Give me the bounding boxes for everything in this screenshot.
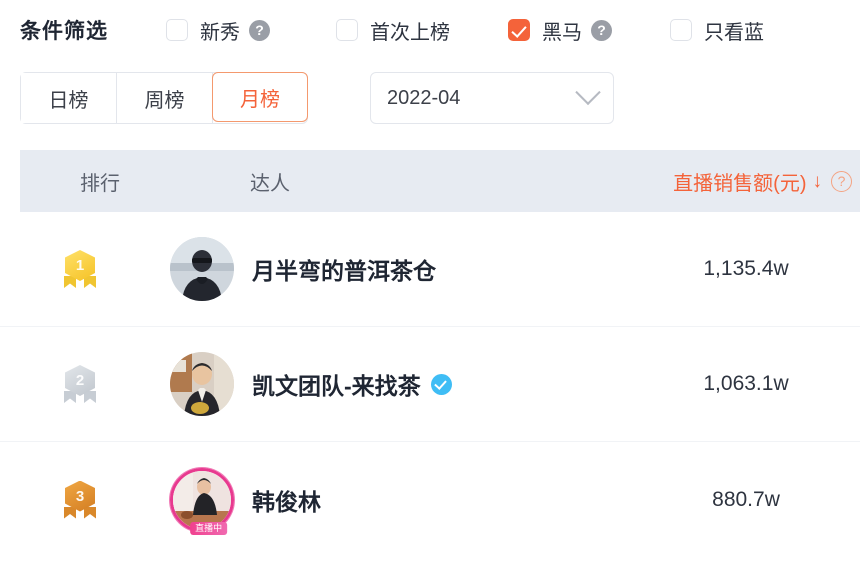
filter-option-heima[interactable]: 黑马 ? (508, 16, 612, 45)
table-row[interactable]: 3 直播中 韩俊林 880.7w (0, 442, 860, 557)
filter-option-label: 首次上榜 (370, 21, 450, 44)
column-header-rank: 排行 (80, 172, 120, 195)
table-header-row: 排行 达人 直播销售额(元) ↓ ? (20, 150, 860, 212)
checkbox-shouci[interactable] (336, 19, 358, 41)
host-cell: 直播中 韩俊林 (160, 467, 650, 535)
sales-value: 880.7w (712, 487, 780, 511)
sort-descending-icon[interactable]: ↓ (813, 172, 823, 191)
rank-number: 2 (75, 372, 85, 389)
date-select[interactable]: 2022-04 (370, 72, 614, 124)
sales-value: 1,135.4w (703, 257, 789, 280)
avatar-image (173, 470, 231, 529)
tab-daily[interactable]: 日榜 (21, 73, 117, 123)
column-header-host: 达人 (250, 172, 290, 195)
date-select-value: 2022-04 (387, 86, 461, 109)
question-mark-icon[interactable]: ? (591, 19, 612, 41)
filter-option-label: 只看蓝 (704, 21, 764, 44)
tab-weekly[interactable]: 周榜 (117, 73, 213, 123)
host-cell: 凯文团队-来找茶 (160, 352, 650, 416)
rank-cell: 2 (0, 365, 160, 403)
avatar[interactable] (170, 237, 234, 301)
medal-gold-icon: 1 (62, 250, 98, 288)
ranking-period-tabs: 日榜 周榜 月榜 (20, 72, 308, 124)
filter-option-shouci[interactable]: 首次上榜 (336, 16, 450, 45)
live-badge: 直播中 (190, 521, 228, 535)
checkbox-xinxiu[interactable] (166, 19, 188, 41)
rank-cell: 3 (0, 480, 160, 519)
filter-option-label: 新秀 (200, 21, 240, 44)
host-name[interactable]: 凯文团队-来找茶 (252, 367, 421, 401)
verified-badge-icon (430, 373, 452, 395)
avatar-wrapper[interactable] (170, 352, 234, 416)
avatar-image (170, 237, 234, 301)
table-row[interactable]: 2 凯文团队-来找茶 1,063.1w (0, 327, 860, 442)
question-mark-icon[interactable]: ? (249, 19, 270, 41)
avatar[interactable] (170, 352, 234, 416)
filter-bar: 条件筛选 新秀 ? 首次上榜 黑马 ? 只看蓝 (0, 0, 860, 60)
tab-monthly[interactable]: 月榜 (212, 72, 308, 122)
avatar-wrapper[interactable]: 直播中 (170, 467, 234, 535)
rank-number: 3 (75, 487, 85, 505)
avatar-image (170, 352, 234, 416)
filter-option-lanv[interactable]: 只看蓝 (670, 16, 764, 45)
checkbox-heima[interactable] (508, 19, 530, 41)
question-mark-icon[interactable]: ? (831, 170, 852, 192)
host-name[interactable]: 月半弯的普洱茶仓 (252, 252, 436, 286)
filter-options: 新秀 ? 首次上榜 黑马 ? 只看蓝 (166, 16, 764, 45)
avatar-wrapper[interactable] (170, 237, 234, 301)
filter-title: 条件筛选 (20, 20, 108, 43)
column-header-sales[interactable]: 直播销售额(元) ↓ ? (673, 167, 852, 196)
medal-bronze-icon: 3 (62, 480, 98, 519)
host-cell: 月半弯的普洱茶仓 (160, 237, 650, 301)
chevron-down-icon (575, 79, 601, 106)
checkbox-lanv[interactable] (670, 19, 692, 41)
column-header-sales-label: 直播销售额(元) (673, 172, 807, 195)
medal-silver-icon: 2 (62, 365, 98, 403)
sales-value: 1,063.1w (703, 372, 789, 395)
filter-option-xinxiu[interactable]: 新秀 ? (166, 16, 270, 45)
ranking-table: 排行 达人 直播销售额(元) ↓ ? 1 月半弯的普洱茶仓 1,135.4w 2… (0, 150, 860, 557)
controls-row: 日榜 周榜 月榜 2022-04 (0, 62, 860, 136)
table-row[interactable]: 1 月半弯的普洱茶仓 1,135.4w (0, 212, 860, 327)
rank-number: 1 (75, 257, 85, 274)
rank-cell: 1 (0, 250, 160, 288)
filter-option-label: 黑马 (542, 21, 582, 44)
host-name[interactable]: 韩俊林 (252, 483, 321, 517)
